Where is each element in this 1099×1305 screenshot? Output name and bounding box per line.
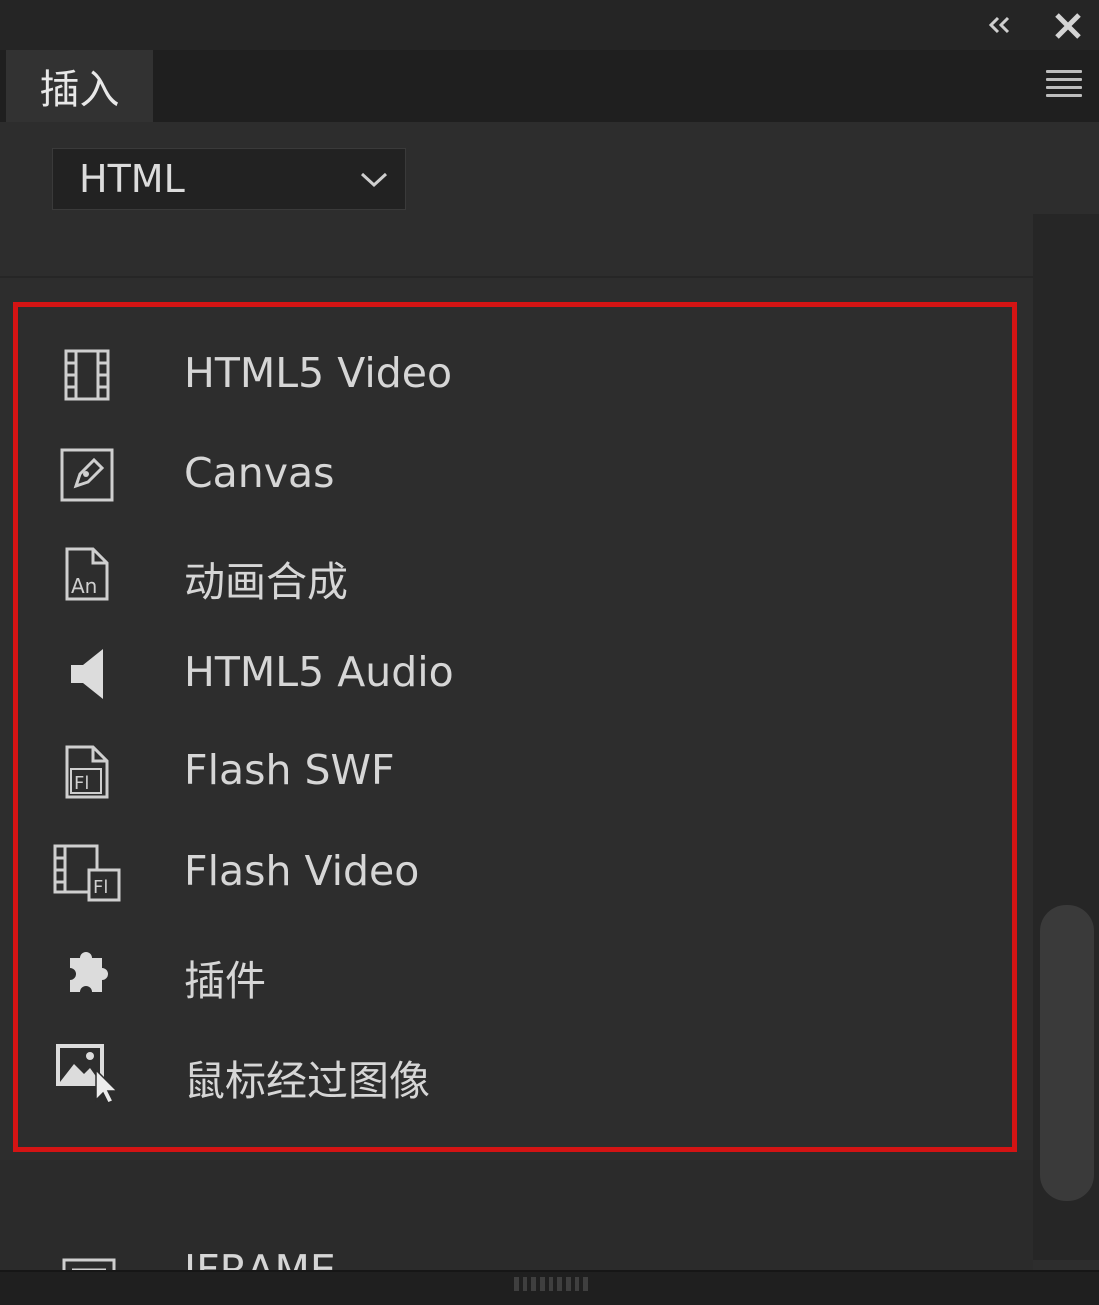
item-label: IFRAME xyxy=(184,1246,336,1270)
insert-item-iframe[interactable]: IFRAME xyxy=(20,1230,1010,1270)
resize-grip[interactable] xyxy=(514,1277,589,1291)
panel-menu-button[interactable] xyxy=(1046,70,1082,100)
double-chevron-left-icon xyxy=(988,16,1010,34)
scrollbar-thumb[interactable] xyxy=(1040,905,1094,1201)
tab-insert-label: 插入 xyxy=(39,67,120,113)
section-divider xyxy=(0,276,1033,278)
close-icon xyxy=(1055,13,1081,39)
category-select[interactable]: HTML xyxy=(52,148,406,210)
collapse-panel-button[interactable] xyxy=(984,8,1016,42)
iframe-icon xyxy=(50,1244,124,1270)
panel-tabbar: 插入 xyxy=(0,50,1099,122)
insert-panel: 插入 HTML HTML5 Video Canvas An 动画合成 HTML5… xyxy=(0,0,1099,1305)
category-select-value: HTML xyxy=(79,157,185,201)
chevron-down-icon xyxy=(360,172,388,188)
close-panel-button[interactable] xyxy=(1050,8,1086,44)
panel-titlebar xyxy=(0,0,1099,50)
hamburger-menu-icon xyxy=(1046,70,1082,73)
tab-insert[interactable]: 插入 xyxy=(6,50,153,122)
highlight-box xyxy=(13,302,1017,1152)
